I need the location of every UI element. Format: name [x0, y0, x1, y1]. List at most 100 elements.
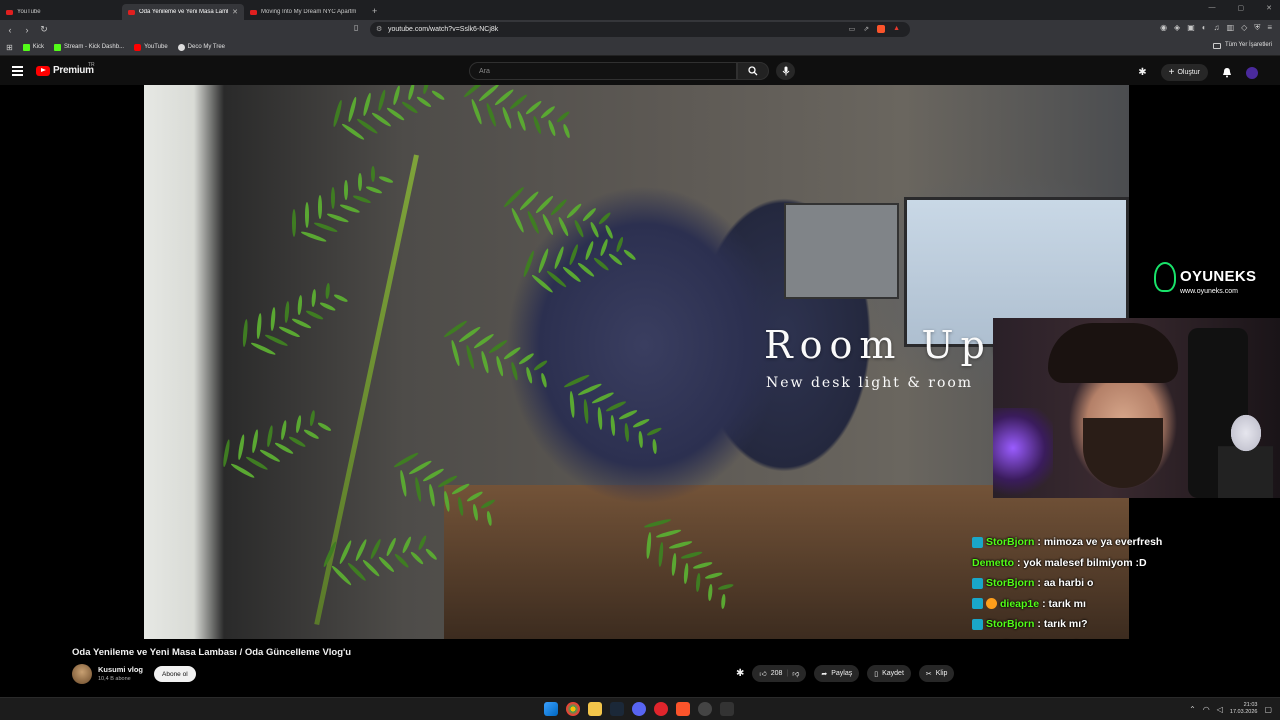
maximize-icon[interactable]: ▢: [1238, 4, 1245, 12]
youtube-logo[interactable]: Premium TR: [36, 62, 95, 76]
fern-leaf: [242, 318, 249, 348]
site-info-icon[interactable]: ⚙: [376, 25, 382, 33]
obs-icon[interactable]: [698, 702, 712, 716]
tab-nyc-video[interactable]: Moving Into My Dream NYC Apartm: [244, 4, 366, 20]
sponsor-url: www.oyuneks.com: [1180, 288, 1238, 295]
fern-leaf: [280, 419, 288, 441]
back-icon[interactable]: ‹: [3, 25, 17, 35]
extension-icon[interactable]: ◐: [1202, 23, 1207, 33]
discord-icon[interactable]: [632, 702, 646, 716]
brave-rewards-icon[interactable]: ▲: [893, 25, 900, 33]
dislike-icon[interactable]: 👎︎: [792, 669, 799, 678]
like-icon[interactable]: 👍︎: [759, 669, 766, 678]
chat-username: StorBjorn: [986, 536, 1035, 549]
close-window-icon[interactable]: ✕: [1266, 4, 1272, 12]
steam-icon[interactable]: [610, 702, 624, 716]
close-tab-icon[interactable]: ✕: [232, 8, 238, 16]
clip-label: Klip: [935, 670, 948, 677]
url-bar-icons: ▭ ⇗ ▲: [849, 25, 900, 33]
ask-icon[interactable]: ✱: [736, 668, 744, 679]
bookmark-icon[interactable]: ▯: [354, 23, 358, 32]
brave-shield-icon[interactable]: [877, 25, 886, 33]
bookmark-kick[interactable]: Kick: [22, 43, 45, 51]
vpn-icon[interactable]: ⛨: [1254, 23, 1260, 33]
youtube-favicon-icon: [128, 9, 135, 15]
bookmark-youtube[interactable]: YouTube: [134, 43, 168, 51]
share-button[interactable]: ➦ Paylaş: [814, 665, 860, 682]
mod-badge-icon: [986, 598, 997, 610]
apps-grid-icon[interactable]: ⊞: [6, 43, 13, 52]
new-tab-icon[interactable]: +: [372, 6, 377, 16]
bookmark-kick-dashboard[interactable]: Stream - Kick Dashb...: [54, 43, 124, 51]
extension-icon[interactable]: ◉: [1160, 23, 1167, 33]
notifications-bell-icon[interactable]: [1222, 67, 1232, 78]
minimize-icon[interactable]: —: [1209, 4, 1216, 12]
share-icon[interactable]: ⇗: [863, 25, 869, 33]
save-label: Kaydet: [882, 670, 904, 677]
clock[interactable]: 21:03 17.03.2026: [1230, 702, 1258, 716]
subscribe-button[interactable]: Abone ol: [154, 666, 196, 682]
bookmark-label: Kick: [32, 44, 45, 50]
oyuneks-logo-icon: [1154, 262, 1176, 292]
fern-leaf: [370, 165, 375, 182]
reload-icon[interactable]: ↻: [37, 24, 51, 35]
wallet-icon[interactable]: ◇: [1241, 23, 1247, 33]
search-button[interactable]: [737, 62, 769, 80]
like-dislike-group: 👍︎ 208 | 👎︎: [752, 665, 807, 682]
fern-leaf: [500, 106, 513, 130]
subscriber-badge-icon: [972, 598, 983, 610]
fern-leaf: [273, 441, 294, 456]
chat-message: Demetto: yok malesef bilmiyom :D: [972, 553, 1212, 574]
sponsor-logo: OYUNEKS www.oyuneks.com: [1150, 260, 1262, 302]
address-bar[interactable]: ⚙ youtube.com/watch?v=Sslk6-NCj8k ▭ ⇗ ▲: [370, 22, 910, 37]
like-count[interactable]: 208: [771, 670, 783, 677]
media-icon[interactable]: ♫: [1214, 23, 1220, 33]
account-avatar[interactable]: [1246, 66, 1258, 79]
volume-icon[interactable]: ◁: [1217, 705, 1223, 714]
clock-time: 21:03: [1243, 702, 1258, 708]
voice-search-button[interactable]: [776, 62, 795, 80]
fern-leaf: [346, 561, 367, 582]
extension-icon[interactable]: ▣: [1187, 23, 1195, 33]
save-button[interactable]: ▯ Kaydet: [867, 665, 911, 682]
channel-avatar[interactable]: [72, 664, 92, 684]
app-icon[interactable]: [720, 702, 734, 716]
tray-chevron-icon[interactable]: ⌃: [1189, 705, 1196, 714]
fern-leaf: [319, 301, 337, 312]
chrome-icon[interactable]: [566, 702, 580, 716]
hamburger-menu-icon[interactable]: [12, 66, 23, 78]
fern-leaf: [428, 483, 437, 507]
fern-leaf: [236, 434, 245, 461]
all-bookmarks[interactable]: Tüm Yer İşaretleri: [1212, 42, 1272, 49]
install-app-icon[interactable]: ▭: [849, 25, 856, 33]
search-input[interactable]: Ara: [469, 62, 737, 80]
fern-leaf: [230, 461, 256, 479]
bookmark-deco-my-tree[interactable]: Deco My Tree: [177, 43, 225, 51]
tab-title: YouTube: [17, 9, 41, 15]
fern-leaf: [340, 122, 365, 142]
tab-title: Oda Yenileme ve Yeni Masa Lambası: [139, 9, 228, 15]
fern-leaf: [244, 455, 269, 472]
opera-icon[interactable]: [654, 702, 668, 716]
brave-icon[interactable]: [676, 702, 690, 716]
menu-icon[interactable]: ≡: [1267, 23, 1272, 33]
forward-icon[interactable]: ›: [20, 25, 34, 35]
notifications-icon[interactable]: ▢: [1264, 705, 1272, 714]
tab-youtube[interactable]: YouTube: [0, 4, 122, 20]
extension-icon[interactable]: ◈: [1174, 23, 1180, 33]
fern-leaf: [357, 173, 362, 192]
wifi-icon[interactable]: ◠: [1203, 705, 1210, 714]
fern-leaf: [469, 98, 483, 126]
channel-name[interactable]: Kusumi vlog: [98, 665, 143, 674]
create-button[interactable]: + Oluştur: [1160, 64, 1208, 81]
tab-current-video[interactable]: Oda Yenileme ve Yeni Masa Lambası ✕: [122, 4, 244, 20]
fern-leaf: [485, 102, 498, 128]
fern-leaf: [269, 306, 276, 332]
file-explorer-icon[interactable]: [588, 702, 602, 716]
extension-gear-icon[interactable]: ✱: [1138, 67, 1146, 78]
windows-start-icon[interactable]: [544, 702, 558, 716]
fern-leaf: [277, 325, 301, 339]
sidebar-icon[interactable]: ▥: [1227, 23, 1235, 33]
clip-button[interactable]: ✂ Klip: [918, 665, 955, 682]
chat-message: StorBjorn: tarık mı?: [972, 614, 1212, 635]
